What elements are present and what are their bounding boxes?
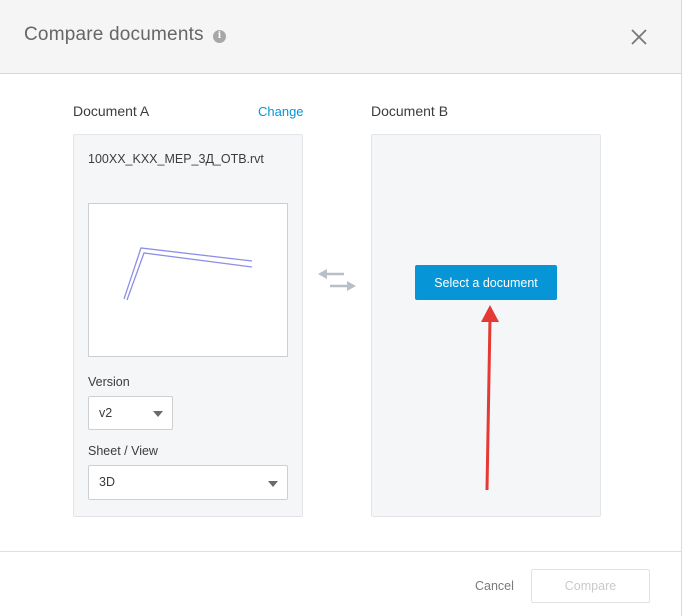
info-icon[interactable]: i <box>213 30 226 43</box>
select-document-button[interactable]: Select a document <box>415 265 557 300</box>
document-a-label: Document A <box>73 103 150 119</box>
close-icon[interactable] <box>628 26 650 48</box>
swap-icon[interactable] <box>316 268 358 294</box>
model-preview-graphic <box>123 247 253 301</box>
sheet-view-value: 3D <box>99 475 115 489</box>
document-b-label: Document B <box>371 103 449 119</box>
version-value: v2 <box>99 406 113 420</box>
dialog-header: Compare documents i <box>0 0 681 74</box>
version-select[interactable]: v2 <box>88 396 173 430</box>
document-a-filename: 100XX_KXX_MEP_3Д_OTB.rvt <box>88 152 264 166</box>
version-label: Version <box>88 375 130 389</box>
sheet-view-label: Sheet / View <box>88 444 158 458</box>
compare-button[interactable]: Compare <box>531 569 650 603</box>
chevron-down-icon <box>268 481 278 487</box>
sheet-view-select[interactable]: 3D <box>88 465 288 500</box>
cancel-button[interactable]: Cancel <box>475 579 514 593</box>
compare-documents-dialog: Compare documents i Document A Change 10… <box>0 0 682 616</box>
annotation-arrow <box>481 305 499 491</box>
change-link[interactable]: Change <box>258 104 304 119</box>
dialog-title: Compare documents <box>24 24 204 45</box>
document-a-thumbnail <box>88 203 288 357</box>
chevron-down-icon <box>153 411 163 417</box>
